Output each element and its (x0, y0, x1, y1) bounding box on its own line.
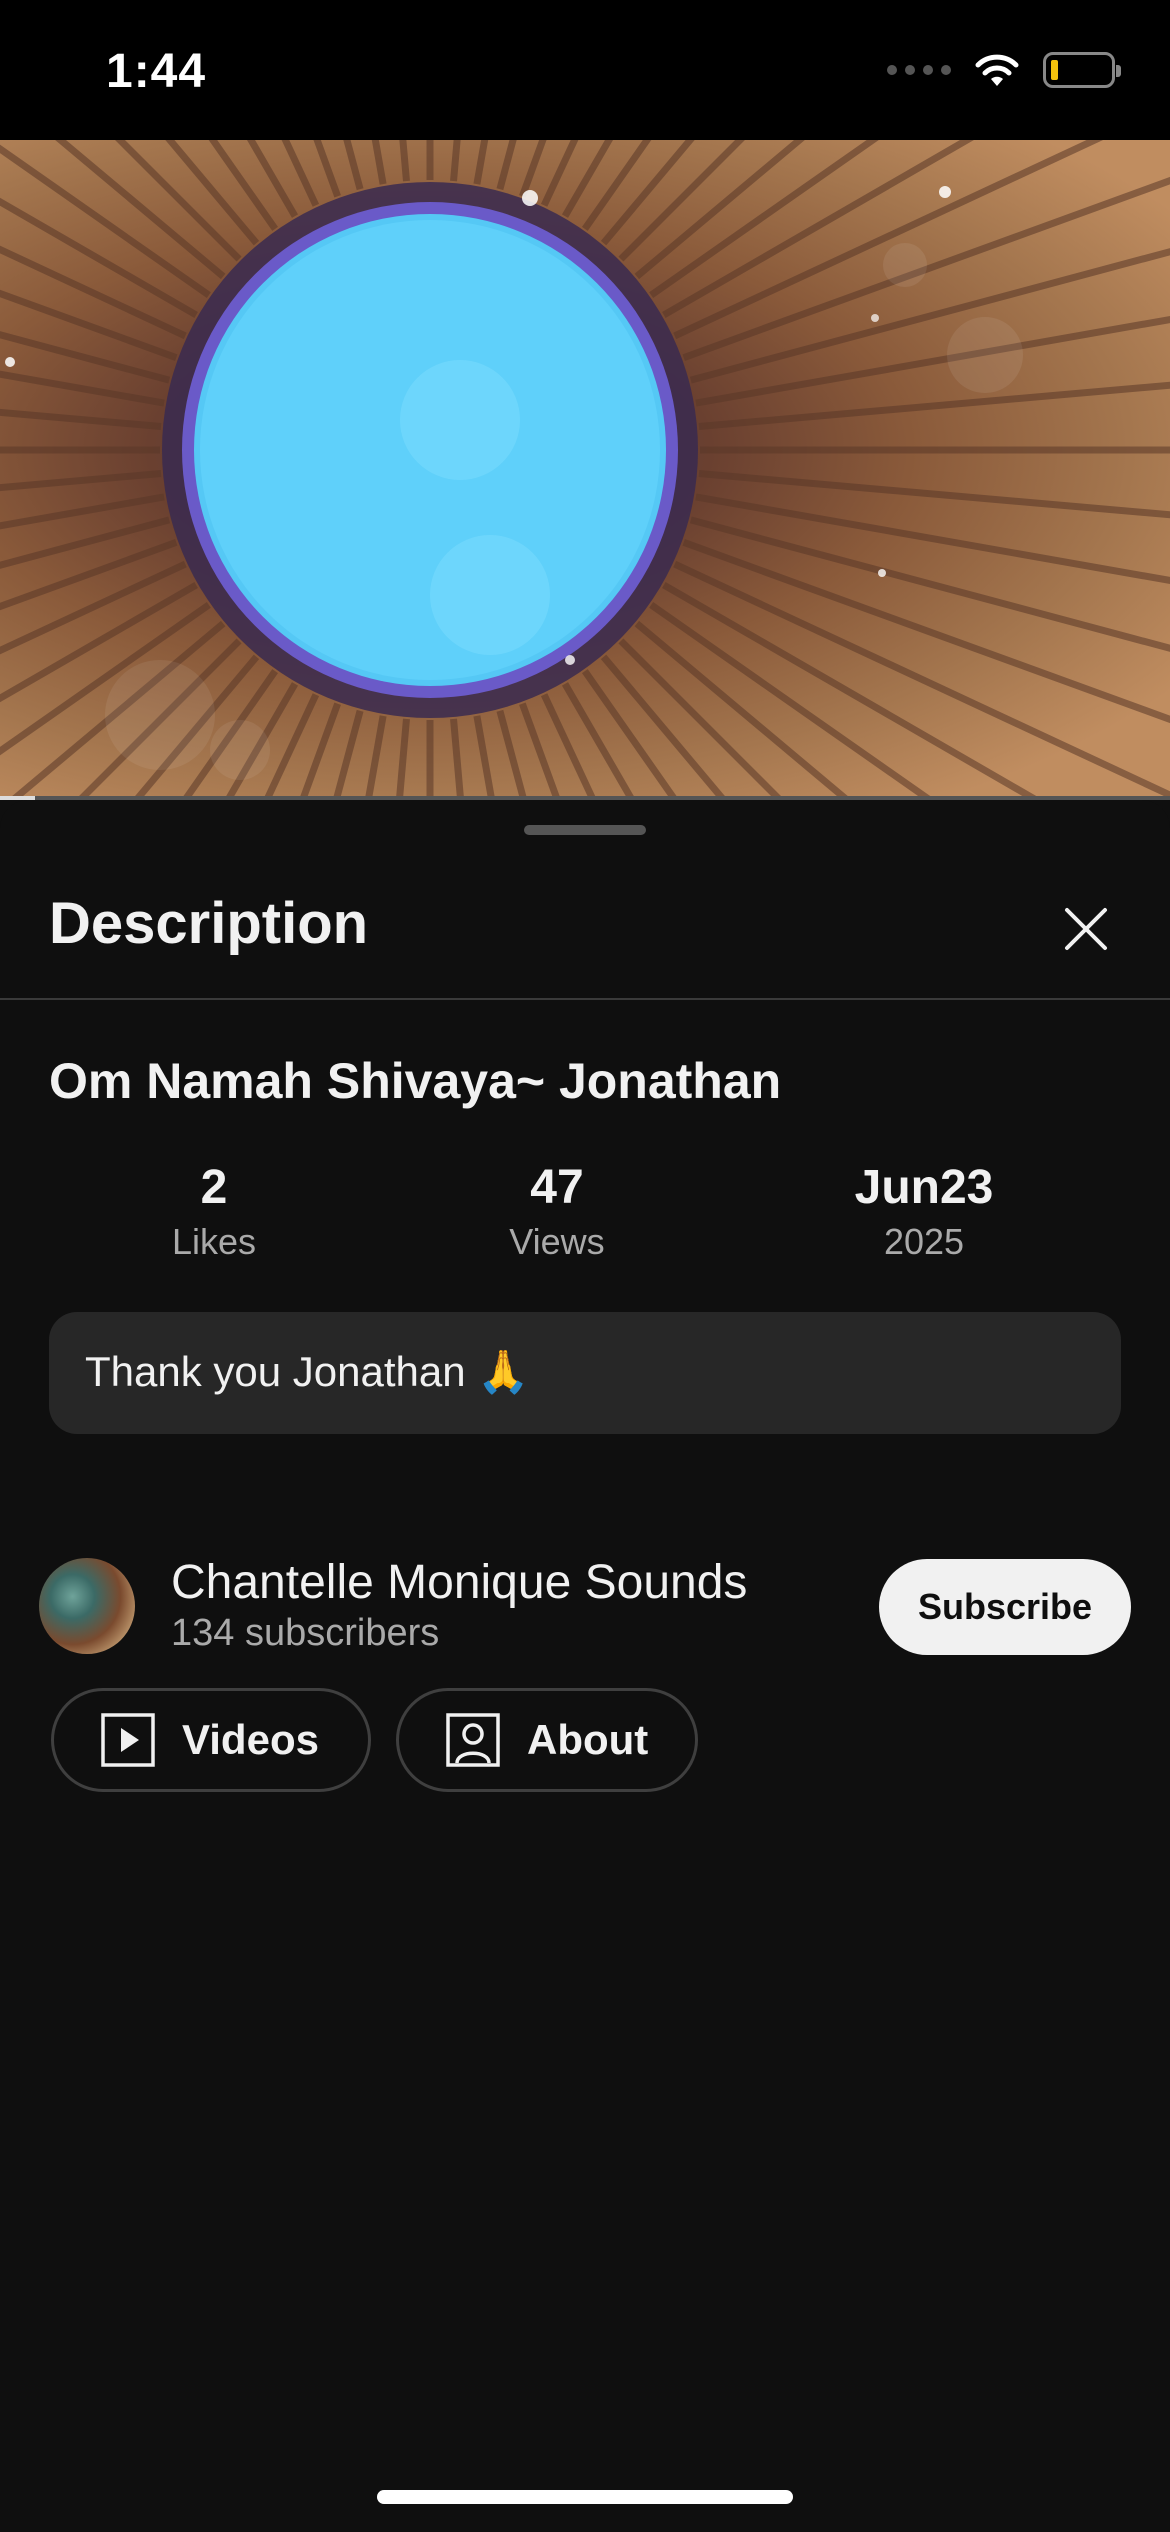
about-label: About (527, 1716, 649, 1763)
description-box[interactable]: Thank you Jonathan 🙏 (49, 1312, 1121, 1434)
views-label: Views (509, 1220, 605, 1262)
sheet-title: Description (49, 891, 369, 956)
channel-name[interactable]: Chantelle Monique Sounds (171, 1555, 747, 1610)
upload-year: 2025 (883, 1220, 965, 1262)
battery-icon (1043, 52, 1121, 88)
status-icons (887, 52, 1121, 88)
play-icon (101, 1713, 155, 1767)
description-sheet: Description Om Namah Shivaya~ Jonathan 2… (0, 800, 1170, 2532)
about-button[interactable]: About (396, 1688, 698, 1792)
channel-avatar[interactable] (39, 1558, 135, 1654)
likes-label: Likes (171, 1220, 257, 1262)
upload-date: Jun23 (854, 1161, 994, 1214)
video-frame (0, 140, 1170, 800)
home-indicator[interactable] (377, 2490, 793, 2504)
subscribe-button[interactable]: Subscribe (879, 1559, 1131, 1655)
wifi-icon (975, 54, 1019, 86)
cellular-signal-icon (887, 65, 951, 75)
video-title: Om Namah Shivaya~ Jonathan (49, 1053, 782, 1109)
views-count: 47 (530, 1161, 584, 1214)
videos-button[interactable]: Videos (51, 1688, 371, 1792)
subscriber-count: 134 subscribers (171, 1612, 440, 1654)
video-player[interactable] (0, 140, 1170, 800)
header-divider (0, 998, 1170, 1000)
description-text: Thank you Jonathan 🙏 (85, 1348, 530, 1395)
likes-count: 2 (200, 1161, 228, 1214)
date-stat: Jun23 2025 (824, 1161, 1024, 1263)
views-stat: 47 Views (457, 1161, 657, 1263)
drag-handle[interactable] (524, 825, 646, 835)
status-bar: 1:44 (0, 0, 1170, 140)
person-icon (446, 1713, 500, 1767)
likes-stat: 2 Likes (114, 1161, 314, 1263)
videos-label: Videos (182, 1716, 319, 1763)
status-time: 1:44 (106, 45, 207, 98)
close-icon[interactable] (1055, 898, 1117, 960)
